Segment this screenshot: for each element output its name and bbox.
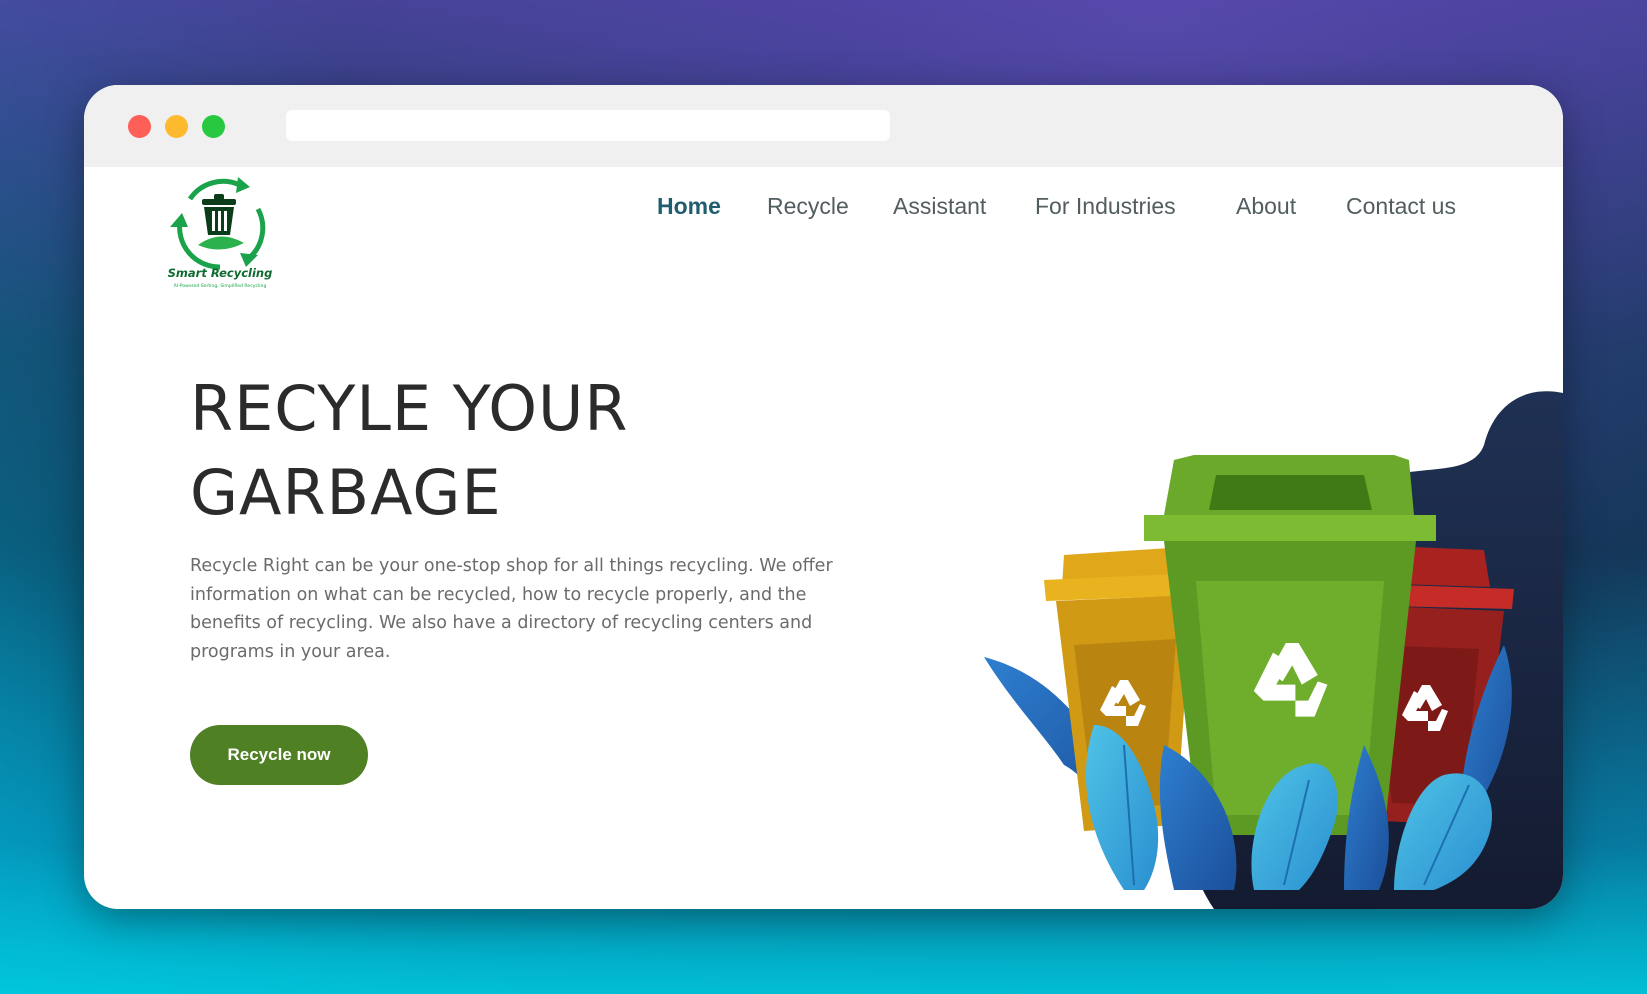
close-window-button[interactable] <box>128 115 151 138</box>
hero-title-line-2: GARBAGE <box>190 456 502 529</box>
hero-description: Recycle Right can be your one-stop shop … <box>190 556 833 662</box>
recycling-bins-illustration <box>984 391 1563 909</box>
hero-title: RECYLE YOUR GARBAGE <box>190 367 810 535</box>
minimize-window-button[interactable] <box>165 115 188 138</box>
nav-assistant[interactable]: Assistant <box>893 193 986 220</box>
main-navigation: Home Recycle Assistant For Industries Ab… <box>84 193 1563 233</box>
address-bar[interactable] <box>286 110 890 141</box>
browser-window: Smart Recycling AI-Powered Sorting, Simp… <box>84 85 1563 909</box>
svg-text:Smart Recycling: Smart Recycling <box>168 266 273 280</box>
maximize-window-button[interactable] <box>202 115 225 138</box>
svg-text:AI-Powered Sorting, Simplified: AI-Powered Sorting, Simplified Recycling <box>174 283 267 289</box>
recycle-now-button[interactable]: Recycle now <box>190 725 368 785</box>
nav-recycle[interactable]: Recycle <box>767 193 849 220</box>
nav-contact-us[interactable]: Contact us <box>1346 193 1456 220</box>
nav-for-industries[interactable]: For Industries <box>1035 193 1176 220</box>
hero-title-line-1: RECYLE YOUR <box>190 372 629 445</box>
nav-about[interactable]: About <box>1236 193 1296 220</box>
nav-home[interactable]: Home <box>657 193 721 220</box>
browser-titlebar <box>84 85 1563 167</box>
